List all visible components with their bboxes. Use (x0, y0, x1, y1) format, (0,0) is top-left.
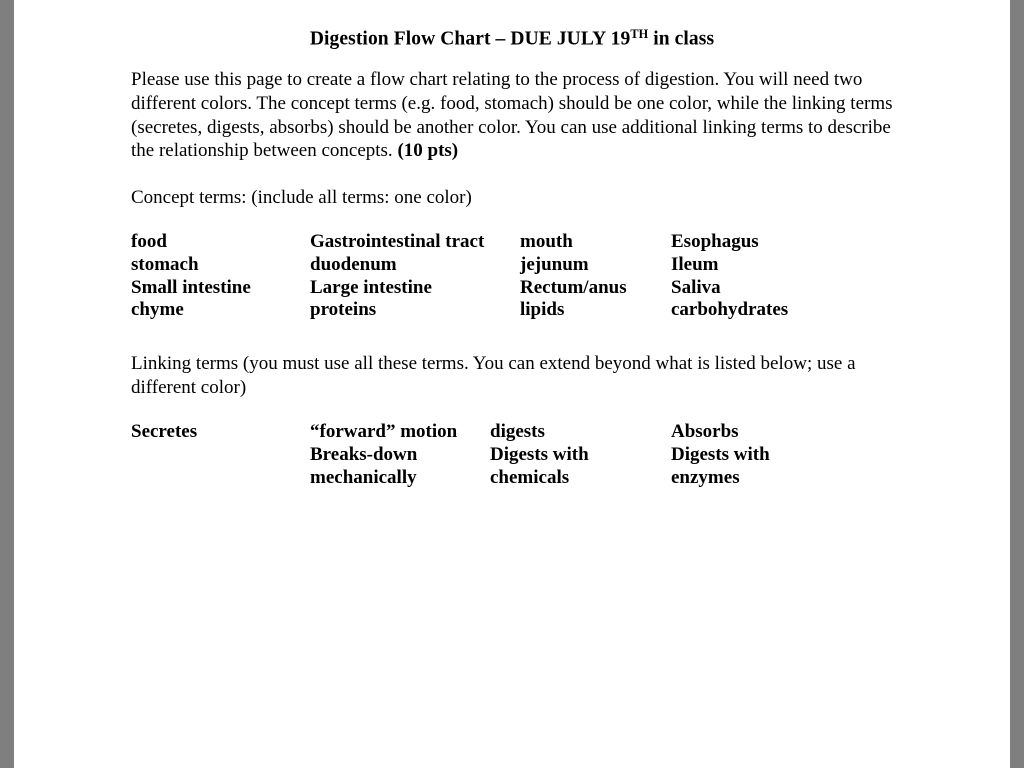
concept-term: Rectum/anus (520, 276, 627, 298)
linking-term: “forward” motion (310, 421, 458, 443)
page-title-tail: in class (648, 28, 715, 50)
concept-terms-row: stomach duodenum jejunum Ileum (131, 254, 893, 277)
linking-term: Absorbs (671, 421, 739, 443)
concept-terms-row: chyme proteins lipids carbohydrates (131, 299, 893, 322)
linking-term: Digests with (671, 443, 770, 465)
linking-term: mechanically (310, 466, 417, 488)
linking-terms-row: Breaks-down Digests with Digests with (131, 444, 893, 467)
concept-term: Esophagus (671, 231, 759, 253)
concept-term: Small intestine (131, 276, 251, 298)
concept-term: mouth (520, 231, 573, 253)
linking-terms-row: mechanically chemicals enzymes (131, 467, 893, 490)
linking-term: Digests with (490, 443, 589, 465)
concept-term: chyme (131, 299, 184, 321)
concept-term: carbohydrates (671, 299, 789, 321)
concept-term: Gastrointestinal tract (310, 231, 485, 253)
linking-term: digests (490, 421, 545, 443)
concept-term: Saliva (671, 276, 721, 298)
linking-term: Secretes (131, 421, 198, 443)
document-page: Digestion Flow Chart – DUE JULY 19TH in … (14, 0, 1010, 768)
concept-term: duodenum (310, 254, 397, 276)
linking-terms-heading: Linking terms (you must use all these te… (131, 353, 856, 398)
concept-term: stomach (131, 254, 199, 276)
linking-term: enzymes (671, 466, 740, 488)
concept-terms-grid: food Gastrointestinal tract mouth Esopha… (131, 231, 893, 322)
concept-terms-row: Small intestine Large intestine Rectum/a… (131, 277, 893, 300)
linking-terms-grid: Secretes “forward” motion digests Absorb… (131, 421, 893, 489)
page-title: Digestion Flow Chart – DUE JULY 19TH in … (131, 22, 893, 51)
linking-terms-row: Secretes “forward” motion digests Absorb… (131, 421, 893, 444)
concept-term: Ileum (671, 254, 719, 276)
document-body: Digestion Flow Chart – DUE JULY 19TH in … (131, 22, 893, 489)
linking-term: Breaks-down (310, 443, 418, 465)
concept-term: lipids (520, 299, 565, 321)
page-title-ordinal-suffix: TH (630, 27, 649, 41)
concept-terms-heading: Concept terms: (include all terms: one c… (131, 186, 472, 208)
concept-term: food (131, 231, 167, 253)
intro-paragraph: Please use this page to create a flow ch… (131, 68, 893, 162)
concept-term: proteins (310, 299, 377, 321)
concept-terms-row: food Gastrointestinal tract mouth Esopha… (131, 231, 893, 254)
linking-term: chemicals (490, 466, 570, 488)
concept-term: Large intestine (310, 276, 432, 298)
page-title-main: Digestion Flow Chart – DUE JULY 19 (309, 28, 631, 50)
intro-paragraph-text: Please use this page to create a flow ch… (131, 69, 893, 162)
concept-term: jejunum (520, 254, 589, 276)
points-label: (10 pts) (397, 140, 459, 162)
